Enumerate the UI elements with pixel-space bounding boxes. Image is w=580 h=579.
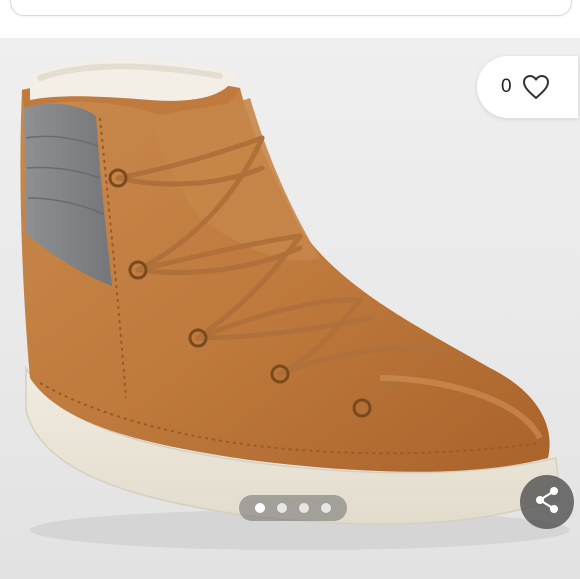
top-strip — [0, 0, 580, 38]
pagination-dot[interactable] — [255, 503, 265, 513]
heart-outline-icon — [522, 74, 550, 100]
photo-pagination — [239, 495, 347, 521]
share-icon — [532, 485, 562, 520]
like-button[interactable]: 0 — [477, 56, 578, 118]
pagination-dot[interactable] — [277, 503, 287, 513]
pagination-dot[interactable] — [299, 503, 309, 513]
pagination-dot[interactable] — [321, 503, 331, 513]
share-button[interactable] — [520, 475, 574, 529]
search-bar-edge[interactable] — [10, 0, 572, 16]
like-count: 0 — [501, 76, 512, 97]
